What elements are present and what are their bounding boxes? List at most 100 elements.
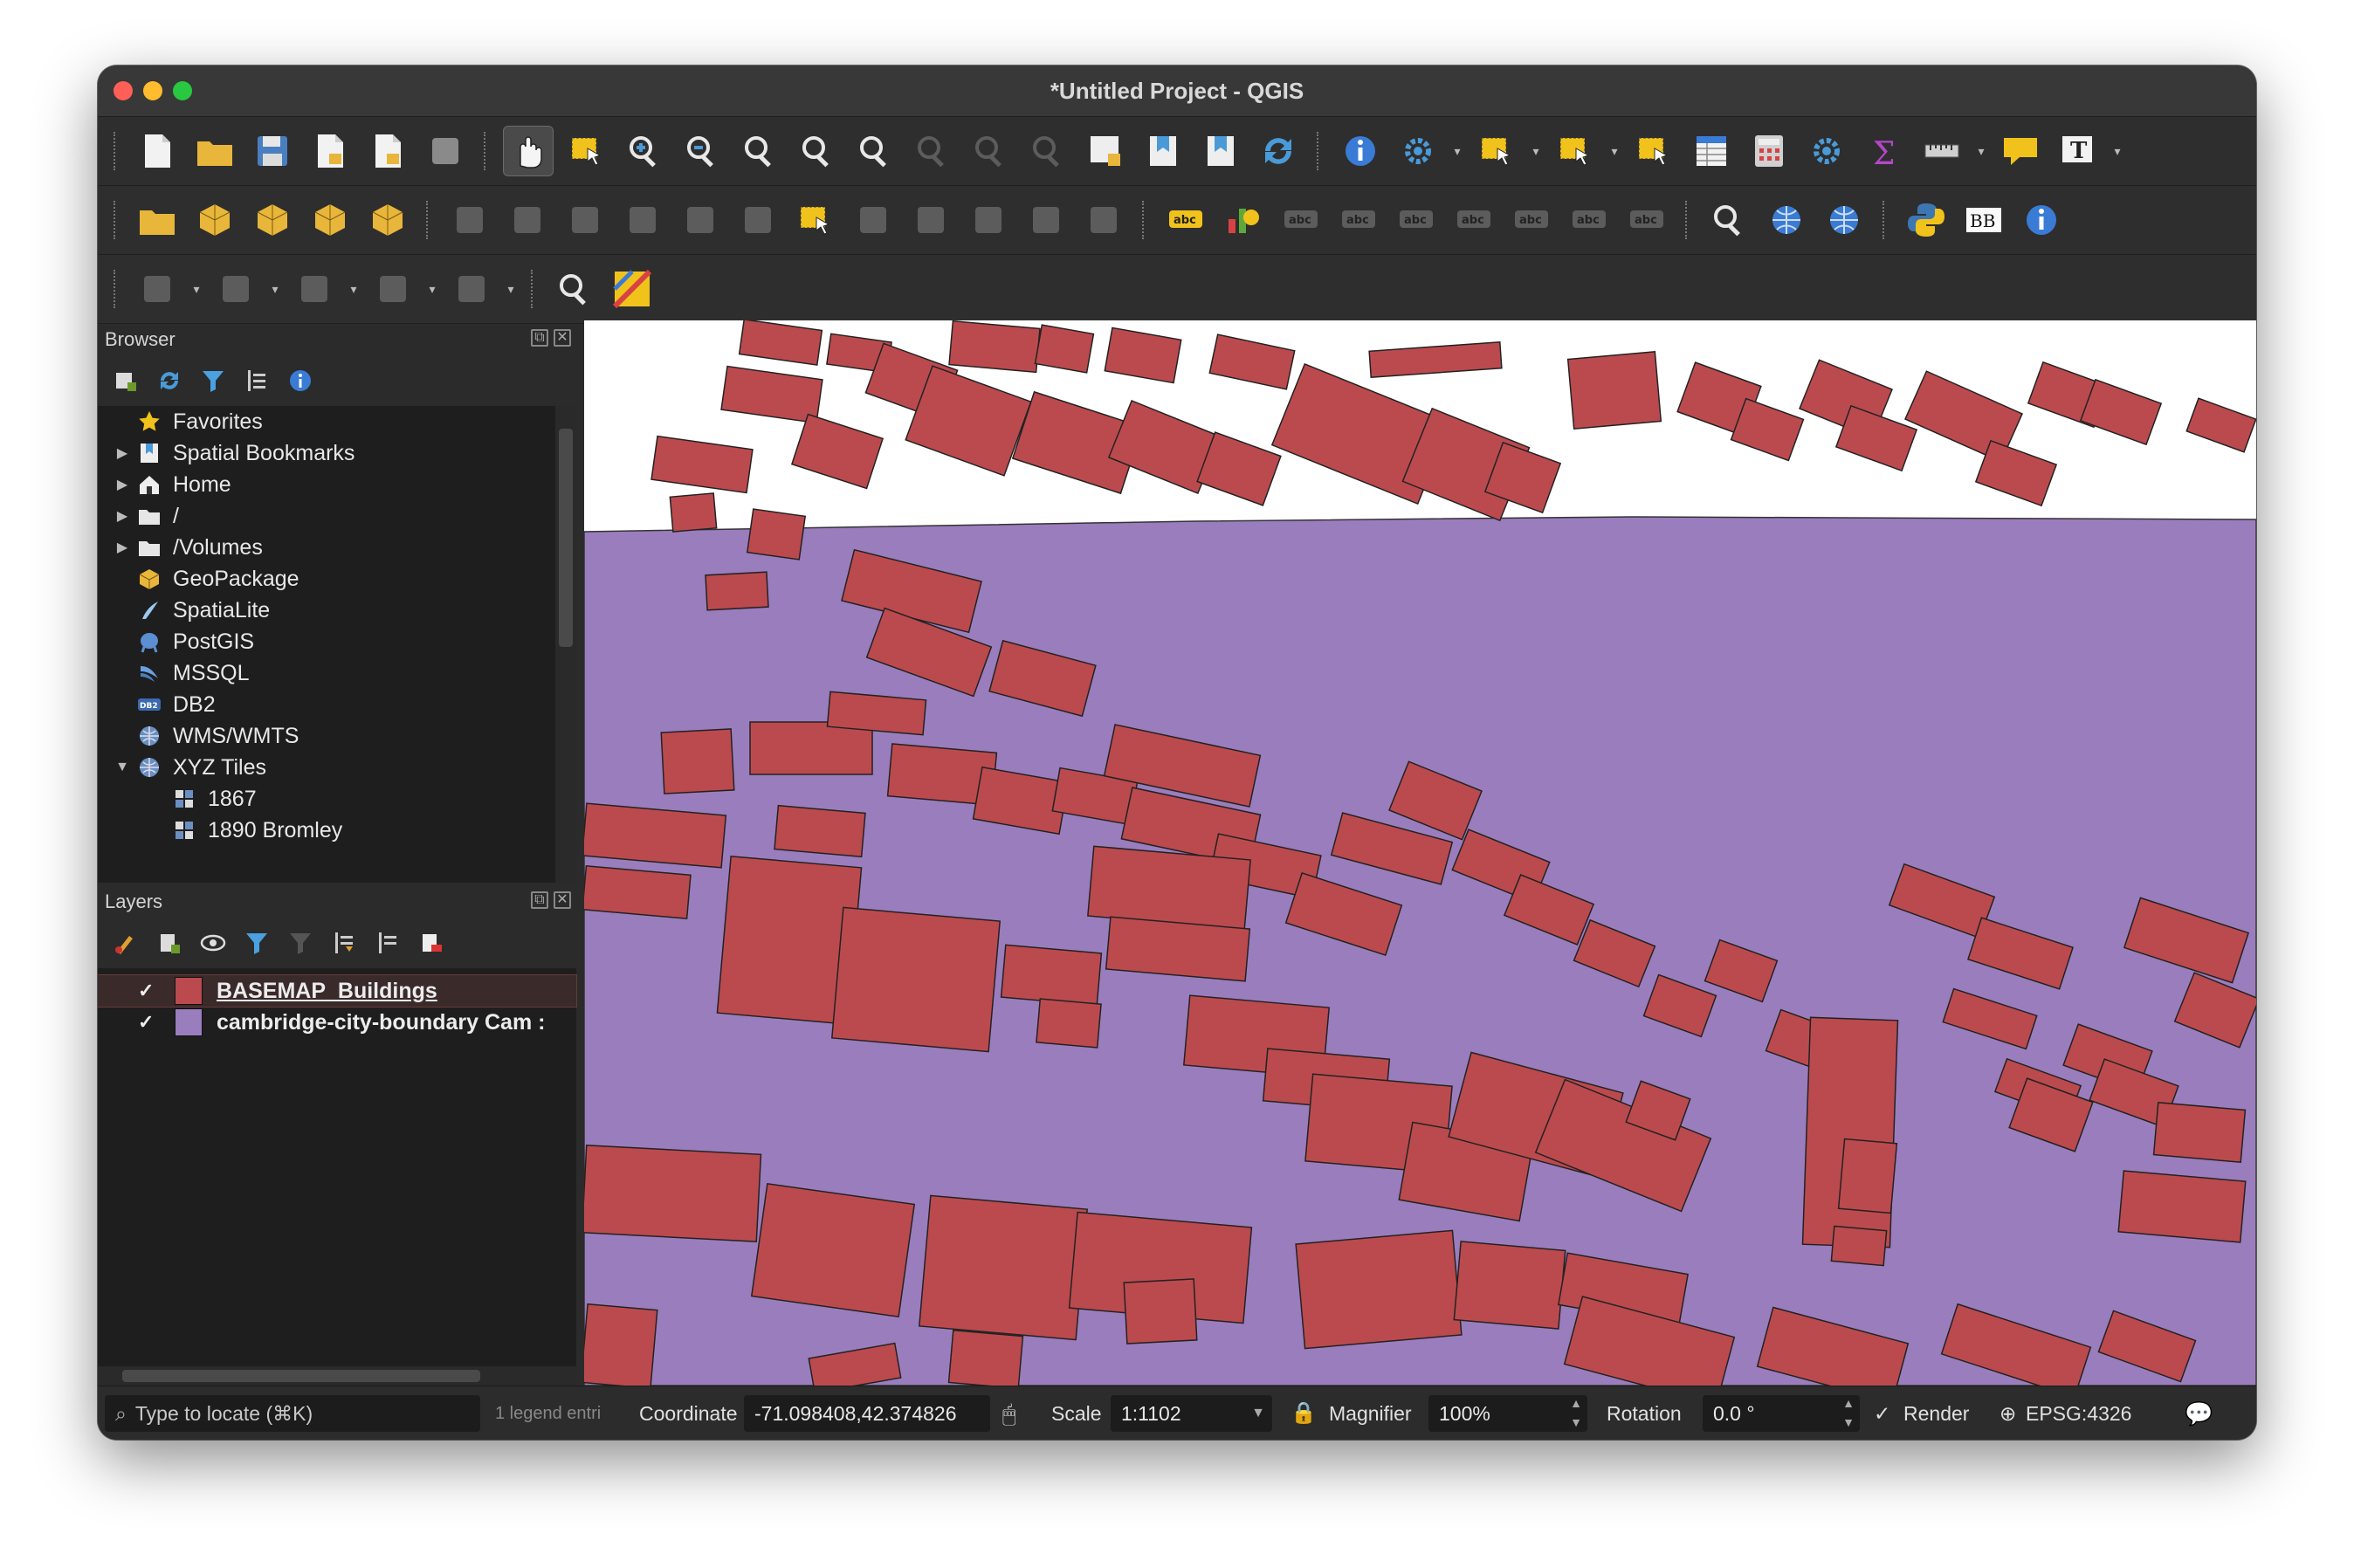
show-hide-labels-icon[interactable]: abc (1392, 196, 1441, 244)
building-footprint[interactable] (947, 1329, 1024, 1386)
locator-search-icon[interactable] (550, 265, 599, 313)
building-footprint[interactable] (1730, 397, 1805, 462)
text-annotation-icon[interactable]: T (2054, 127, 2103, 175)
zoom-to-layer-icon[interactable] (850, 127, 899, 175)
copy-features-icon[interactable] (906, 196, 955, 244)
dropdown-arrow-icon[interactable]: ▾ (1530, 127, 1542, 175)
add-layer-icon[interactable] (110, 365, 141, 396)
expand-arrow-icon[interactable]: ▶ (110, 507, 134, 525)
measure-icon[interactable] (1917, 127, 1966, 175)
new-project-icon[interactable] (133, 127, 182, 175)
close-panel-icon[interactable]: ✕ (554, 329, 571, 347)
collapse-all-icon[interactable] (372, 927, 403, 959)
dropdown-arrow-icon[interactable]: ▾ (426, 265, 438, 313)
map-canvas[interactable] (584, 320, 2256, 1386)
dropdown-arrow-icon[interactable]: ▾ (348, 265, 360, 313)
delete-selected-icon[interactable] (791, 196, 840, 244)
cut-features-icon[interactable] (849, 196, 898, 244)
select-by-value-icon[interactable] (1551, 127, 1600, 175)
layer-symbol-swatch[interactable] (175, 977, 203, 1005)
browser-item[interactable]: SpatiaLite (110, 595, 270, 626)
label-highlight-icon[interactable]: abc (1334, 196, 1383, 244)
building-footprint[interactable] (2185, 397, 2256, 453)
zoom-out-icon[interactable] (678, 127, 726, 175)
filter-icon[interactable] (197, 365, 229, 396)
zoom-to-selection-icon[interactable] (793, 127, 842, 175)
field-calculator-icon[interactable] (1745, 127, 1793, 175)
building-footprint[interactable] (749, 721, 873, 775)
attribute-table-icon[interactable] (1687, 127, 1736, 175)
move-label-icon[interactable]: abc (1449, 196, 1498, 244)
building-footprint[interactable] (738, 320, 823, 366)
diagram-icon[interactable] (1219, 196, 1268, 244)
qgis-plugin-icon[interactable] (608, 265, 657, 313)
digitize-curve-icon[interactable] (133, 265, 182, 313)
toggle-extents-icon[interactable]: 🖱 (1002, 1386, 1016, 1440)
expand-all-icon[interactable] (328, 927, 360, 959)
layer-item[interactable]: ✓ BASEMAP_Buildings (98, 974, 577, 1008)
browser-scrollbar[interactable] (555, 406, 576, 883)
messages-icon[interactable]: 💬 (2185, 1386, 2213, 1440)
locator-search-field[interactable]: ⌕ Type to locate (⌘K) (105, 1395, 480, 1432)
filter-expression-icon[interactable] (285, 927, 316, 959)
label-pin-icon[interactable]: abc (1277, 196, 1325, 244)
save-project-icon[interactable] (248, 127, 297, 175)
shape-ellipse-icon[interactable] (290, 265, 339, 313)
select-features-icon[interactable] (1472, 127, 1521, 175)
building-footprint[interactable] (2152, 1101, 2247, 1164)
building-footprint[interactable] (1830, 1225, 1888, 1267)
building-footprint[interactable] (1123, 1278, 1198, 1344)
toolbox-icon[interactable] (1802, 127, 1851, 175)
spinner-icon[interactable]: ▲ ▼ (1570, 1393, 1582, 1432)
dropdown-arrow-icon[interactable]: ▾ (190, 265, 203, 313)
deselect-icon[interactable] (1629, 127, 1678, 175)
browser-item[interactable]: MSSQL (110, 657, 250, 689)
building-footprint[interactable] (830, 906, 1001, 1053)
new-temp-scratch-icon[interactable] (248, 196, 297, 244)
bb-plugin-icon[interactable]: BB (1959, 196, 2008, 244)
visibility-eye-icon[interactable] (197, 927, 229, 959)
expand-arrow-icon[interactable]: ▶ (110, 476, 134, 493)
spinner-icon[interactable]: ▲ ▼ (1842, 1393, 1855, 1432)
remove-layer-icon[interactable] (416, 927, 447, 959)
new-geopackage-icon[interactable] (190, 196, 239, 244)
building-footprint[interactable] (774, 804, 866, 858)
building-footprint[interactable] (790, 413, 884, 490)
vertex-tool-icon[interactable] (676, 196, 725, 244)
building-footprint[interactable] (660, 728, 735, 794)
browser-item[interactable]: ▶ /Volumes (110, 532, 263, 563)
render-checkbox[interactable]: ✓ (1874, 1386, 1890, 1440)
change-label-icon[interactable]: abc (1565, 196, 1614, 244)
layer-symbol-swatch[interactable] (175, 1008, 203, 1036)
building-footprint[interactable] (2117, 1170, 2247, 1243)
building-footprint[interactable] (650, 435, 754, 494)
dropdown-arrow-icon[interactable]: ▾ (269, 265, 281, 313)
building-footprint[interactable] (1105, 916, 1251, 982)
coordinate-field[interactable]: -71.098408,42.374826 (744, 1395, 990, 1432)
paste-features-icon[interactable] (964, 196, 1013, 244)
shape-circle-icon[interactable] (211, 265, 260, 313)
zoom-next-icon[interactable] (1023, 127, 1072, 175)
zoom-last-icon[interactable] (966, 127, 1015, 175)
rotation-field[interactable]: 0.0 ° ▲ ▼ (1703, 1395, 1860, 1432)
dropdown-arrow-icon[interactable]: ▾ (2111, 127, 2123, 175)
browser-item[interactable]: 1867 (145, 783, 257, 815)
pan-map-icon[interactable] (503, 126, 554, 176)
dropdown-arrow-icon[interactable]: ▾ (505, 265, 517, 313)
building-footprint[interactable] (746, 508, 807, 560)
layer-visibility-checkbox[interactable]: ✓ (138, 980, 155, 1002)
building-footprint[interactable] (1566, 350, 1662, 430)
scale-dropdown-icon[interactable]: ▼ (1251, 1395, 1265, 1432)
lock-scale-icon[interactable]: 🔒 (1291, 1386, 1317, 1440)
show-bookmarks-icon[interactable] (1196, 127, 1245, 175)
undo-icon[interactable] (1022, 196, 1070, 244)
browser-item[interactable]: PostGIS (110, 626, 254, 657)
building-footprint[interactable] (826, 691, 927, 736)
label-properties-icon[interactable]: abc (1622, 196, 1671, 244)
wms-icon[interactable] (1762, 196, 1811, 244)
building-footprint[interactable] (1000, 944, 1103, 1007)
building-footprint[interactable] (948, 320, 1041, 374)
browser-item[interactable]: DB2 DB2 (110, 689, 216, 720)
dropdown-arrow-icon[interactable]: ▾ (1451, 127, 1463, 175)
zoom-native-icon[interactable] (908, 127, 957, 175)
